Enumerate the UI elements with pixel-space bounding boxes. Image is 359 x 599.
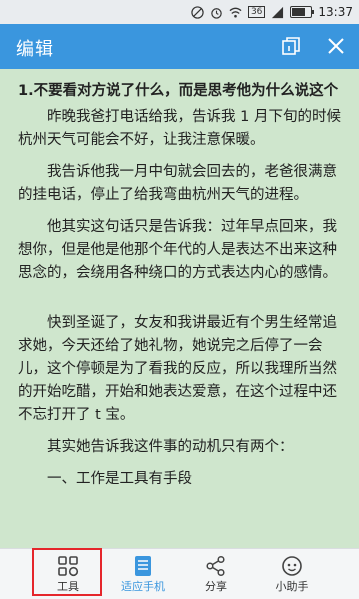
tab-label: 分享 [205, 580, 227, 593]
tab-fit-phone[interactable]: 适应手机 [107, 549, 179, 599]
article-paragraph: 一、工作是工具有手段 [47, 471, 192, 487]
do-not-disturb-icon [191, 5, 204, 19]
fit-phone-icon [135, 556, 151, 576]
article-paragraph: 快到圣诞了，女友和我讲最近有个男生经常追求她，今天还给了她礼物，她说完之后停了一… [18, 315, 337, 423]
signal-strength-icon [272, 6, 284, 18]
status-time: 13:37 [318, 5, 353, 19]
article-paragraph: 我告诉他我一月中旬就会回去的，老爸很满意的挂电话，停止了给我弯曲杭州天气的进程。 [18, 164, 337, 203]
article-paragraph: 他其实这句话只是告诉我：过年早点回来，我想你，但是他是他那个年代的人是表达不出来… [18, 219, 337, 281]
share-icon [206, 555, 225, 577]
article-heading: 1.不要看对方说了什么，而是思考他为什么说这个 [18, 83, 339, 99]
signal-badge: 36 [247, 6, 266, 18]
alarm-icon [211, 7, 222, 19]
tab-label: 工具 [57, 580, 79, 593]
page-title: 编辑 [16, 39, 54, 60]
copy-pages-icon[interactable] [280, 35, 302, 57]
tab-label: 适应手机 [121, 580, 165, 593]
battery-icon [290, 6, 315, 18]
tab-share[interactable]: 分享 [180, 549, 252, 599]
tab-tools[interactable]: 工具 [32, 549, 104, 599]
article-paragraph: 昨晚我爸打电话给我，告诉我 1 月下旬的时候杭州天气可能会不好，让我注意保暖。 [18, 109, 341, 148]
article-content[interactable]: 1.不要看对方说了什么，而是思考他为什么说这个 昨晚我爸打电话给我，告诉我 1 … [0, 69, 359, 580]
tools-grid-icon [58, 556, 79, 577]
header-bar: 编辑 [0, 24, 359, 69]
article-paragraph: 其实她告诉我这件事的动机只有两个： [47, 439, 294, 455]
assistant-icon [282, 556, 302, 576]
wifi-icon [229, 7, 242, 18]
tab-label: 小助手 [275, 580, 309, 593]
status-bar: 36 13:37 [0, 0, 359, 24]
tab-assistant[interactable]: 小助手 [256, 549, 328, 599]
bottom-toolbar: 工具 适应手机 分享 小助手 [0, 548, 359, 599]
close-icon[interactable] [325, 35, 347, 57]
